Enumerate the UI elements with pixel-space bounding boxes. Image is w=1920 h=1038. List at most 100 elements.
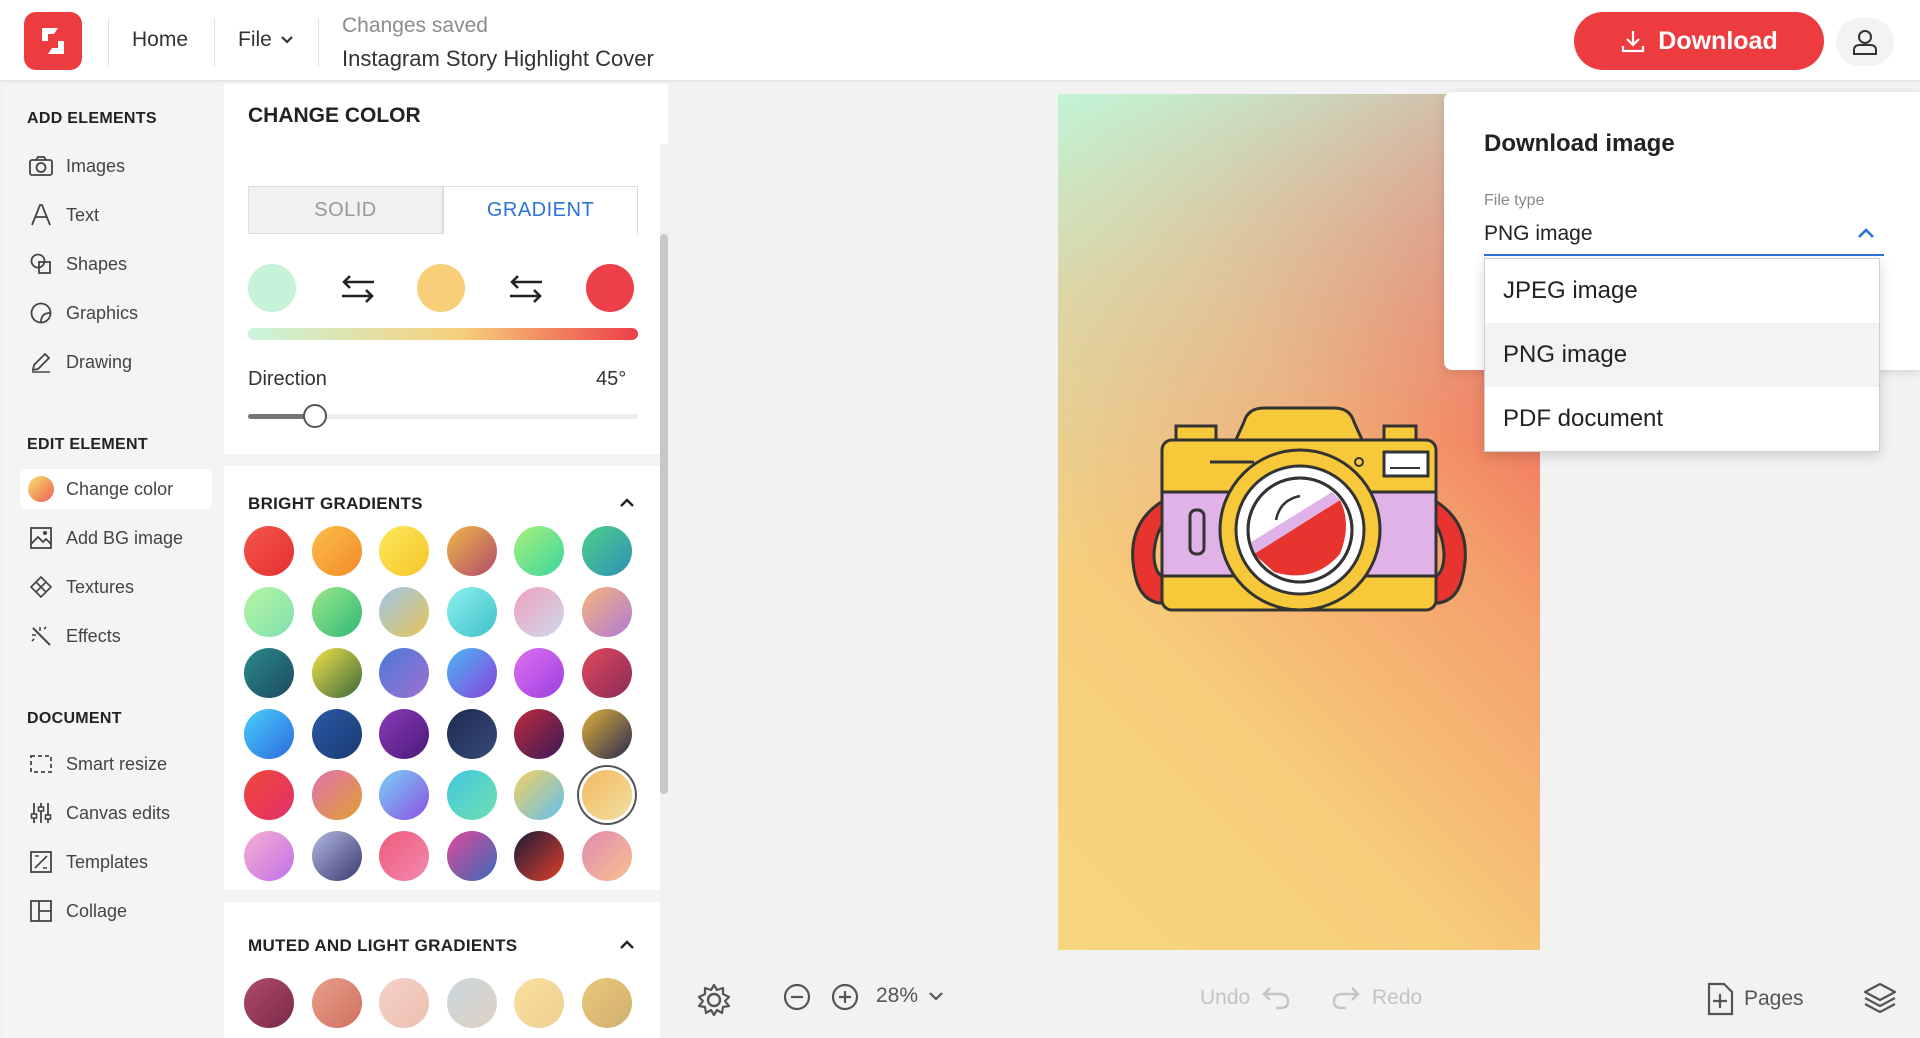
gradient-stop-3[interactable] bbox=[586, 264, 634, 312]
bright-gradient-swatch[interactable] bbox=[244, 831, 294, 881]
divider bbox=[108, 18, 109, 66]
bright-gradient-swatch[interactable] bbox=[514, 526, 564, 576]
zoom-in-button[interactable] bbox=[830, 982, 860, 1012]
bright-gradient-swatch[interactable] bbox=[311, 770, 362, 820]
bright-gradient-swatch[interactable] bbox=[446, 709, 497, 759]
tab-gradient[interactable]: GRADIENT bbox=[443, 186, 638, 234]
bright-gradient-swatch[interactable] bbox=[379, 770, 429, 820]
sidebar-item-label: Smart resize bbox=[66, 753, 168, 774]
user-account-button[interactable] bbox=[1836, 18, 1894, 66]
bright-gradient-swatch[interactable] bbox=[379, 587, 429, 637]
bright-gradient-swatch[interactable] bbox=[379, 526, 429, 576]
download-button[interactable]: Download bbox=[1574, 12, 1824, 70]
sidebar-item-graphics[interactable]: Graphics bbox=[20, 293, 212, 333]
bright-gradient-swatch[interactable] bbox=[514, 770, 564, 820]
bright-gradient-swatch[interactable] bbox=[379, 831, 429, 881]
bright-gradient-swatch[interactable] bbox=[311, 587, 362, 637]
bright-gradient-swatch[interactable] bbox=[244, 587, 294, 637]
option-pdf[interactable]: PDF document bbox=[1485, 387, 1879, 451]
bright-gradient-swatch[interactable] bbox=[446, 831, 497, 881]
chevron-up-icon[interactable] bbox=[616, 492, 638, 514]
swap-arrows-icon[interactable] bbox=[504, 266, 548, 310]
direction-slider-handle[interactable] bbox=[302, 404, 327, 428]
download-icon bbox=[1622, 31, 1645, 53]
bright-gradient-swatch[interactable] bbox=[514, 587, 564, 637]
sidebar-item-collage[interactable]: Collage bbox=[20, 891, 212, 931]
divider bbox=[318, 18, 319, 66]
bright-gradient-swatch[interactable] bbox=[311, 709, 362, 759]
option-jpeg[interactable]: JPEG image bbox=[1485, 259, 1879, 323]
bright-gradient-swatch[interactable] bbox=[514, 831, 564, 881]
bright-gradient-swatch[interactable] bbox=[581, 709, 632, 759]
bright-gradient-swatch[interactable] bbox=[311, 526, 362, 576]
gradient-stop-1[interactable] bbox=[248, 264, 296, 312]
zoom-out-button[interactable] bbox=[782, 982, 812, 1012]
bright-gradient-swatch[interactable] bbox=[514, 709, 564, 759]
document-title[interactable]: Instagram Story Highlight Cover bbox=[342, 46, 654, 72]
undo-icon bbox=[1262, 987, 1290, 1010]
bright-gradient-swatch[interactable] bbox=[379, 709, 429, 759]
pages-button[interactable]: Pages bbox=[1706, 982, 1804, 1016]
home-link[interactable]: Home bbox=[132, 28, 188, 52]
bright-gradient-swatch[interactable] bbox=[244, 770, 294, 820]
sidebar-item-add-bg-image[interactable]: Add BG image bbox=[20, 518, 212, 558]
bright-gradient-swatch[interactable] bbox=[581, 770, 632, 820]
bright-gradient-swatch[interactable] bbox=[446, 526, 497, 576]
option-png[interactable]: PNG image bbox=[1485, 323, 1879, 387]
muted-gradient-swatch[interactable] bbox=[446, 978, 497, 1028]
bright-gradient-swatch[interactable] bbox=[311, 831, 362, 881]
camera-illustration[interactable] bbox=[1114, 404, 1484, 644]
sidebar-item-label: Effects bbox=[66, 625, 121, 646]
sidebar-item-change-color[interactable]: Change color bbox=[20, 469, 212, 509]
settings-button[interactable] bbox=[696, 982, 732, 1018]
muted-gradient-swatch[interactable] bbox=[514, 978, 564, 1028]
bright-gradient-swatch[interactable] bbox=[581, 648, 632, 698]
bright-gradient-swatch[interactable] bbox=[311, 648, 362, 698]
sidebar-item-images[interactable]: Images bbox=[20, 146, 212, 186]
sidebar-item-drawing[interactable]: Drawing bbox=[20, 342, 212, 382]
bright-gradient-swatch[interactable] bbox=[446, 770, 497, 820]
sidebar-item-effects[interactable]: Effects bbox=[20, 616, 212, 656]
redo-button[interactable]: Redo bbox=[1330, 984, 1422, 1012]
bright-gradient-swatch[interactable] bbox=[514, 648, 564, 698]
muted-gradient-swatch[interactable] bbox=[581, 978, 632, 1028]
sidebar-item-textures[interactable]: Textures bbox=[20, 567, 212, 607]
file-type-select[interactable]: PNG image bbox=[1484, 222, 1884, 256]
undo-label: Undo bbox=[1200, 986, 1251, 1009]
file-type-selected-value: PNG image bbox=[1484, 222, 1593, 245]
app-logo[interactable] bbox=[24, 12, 82, 70]
swap-arrows-icon[interactable] bbox=[336, 266, 380, 310]
sidebar-item-canvas-edits[interactable]: Canvas edits bbox=[20, 793, 212, 833]
logo-icon bbox=[42, 28, 64, 54]
chevron-down-icon bbox=[929, 992, 943, 1001]
sidebar-item-templates[interactable]: Templates bbox=[20, 842, 212, 882]
bright-gradient-swatch[interactable] bbox=[446, 648, 497, 698]
direction-slider[interactable] bbox=[248, 404, 638, 428]
panel-scrollbar-thumb[interactable] bbox=[660, 234, 668, 794]
sidebar-item-smart-resize[interactable]: Smart resize bbox=[20, 744, 212, 784]
zoom-level-select[interactable]: 28% bbox=[876, 984, 944, 1008]
muted-gradient-swatch[interactable] bbox=[244, 978, 294, 1028]
resize-icon bbox=[28, 751, 54, 777]
tab-solid[interactable]: SOLID bbox=[248, 186, 443, 234]
download-button-label: Download bbox=[1658, 26, 1778, 55]
bright-gradient-swatch[interactable] bbox=[446, 587, 497, 637]
gradient-stop-2[interactable] bbox=[417, 264, 465, 312]
chevron-down-icon bbox=[281, 36, 293, 44]
bright-gradient-swatch[interactable] bbox=[581, 526, 632, 576]
document-heading: DOCUMENT bbox=[27, 710, 122, 727]
bright-gradient-swatch[interactable] bbox=[244, 709, 294, 759]
sidebar-item-text[interactable]: Text bbox=[20, 195, 212, 235]
bright-gradient-swatch[interactable] bbox=[581, 831, 632, 881]
bright-gradient-swatch[interactable] bbox=[581, 587, 632, 637]
layers-button[interactable] bbox=[1862, 980, 1898, 1016]
undo-button[interactable]: Undo bbox=[1200, 984, 1292, 1012]
muted-gradient-swatch[interactable] bbox=[379, 978, 429, 1028]
bright-gradient-swatch[interactable] bbox=[244, 648, 294, 698]
sidebar-item-shapes[interactable]: Shapes bbox=[20, 244, 212, 284]
muted-gradient-swatch[interactable] bbox=[311, 978, 362, 1028]
bright-gradient-swatch[interactable] bbox=[379, 648, 429, 698]
bright-gradient-swatch[interactable] bbox=[244, 526, 294, 576]
file-menu[interactable]: File bbox=[238, 28, 294, 52]
chevron-up-icon[interactable] bbox=[616, 934, 638, 956]
